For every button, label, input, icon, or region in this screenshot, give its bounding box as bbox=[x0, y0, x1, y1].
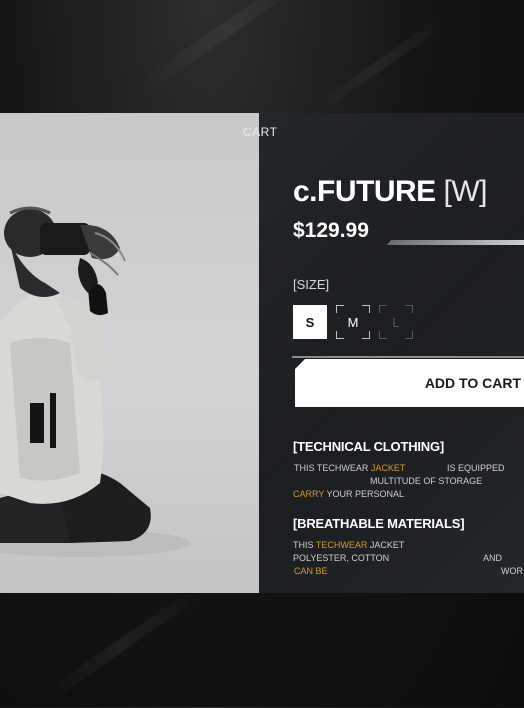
size-option-m[interactable]: M bbox=[336, 305, 370, 339]
frame-corner bbox=[362, 331, 370, 339]
background-streak bbox=[34, 583, 206, 708]
breathable-text-line1: THIS TECHWEAR JACKET bbox=[293, 540, 404, 550]
technical-text-line4: CARRY YOUR PERSONAL bbox=[293, 489, 404, 499]
technical-text-line1: THIS TECHWEAR JACKET bbox=[294, 463, 405, 473]
section-title-technical: [TECHNICAL CLOTHING] bbox=[293, 439, 445, 454]
product-title: c.FUTURE [W] bbox=[293, 175, 488, 209]
background-streak bbox=[311, 15, 449, 115]
product-info-panel: c.FUTURE [W] $129.99 [SIZE] S M L ADD TO… bbox=[259, 113, 524, 593]
breathable-text-1: THIS bbox=[293, 540, 314, 550]
breathable-text-2: POLYESTER, COTTON bbox=[293, 553, 390, 563]
product-price: $129.99 bbox=[293, 219, 369, 242]
size-option-m-label: M bbox=[347, 314, 359, 330]
breathable-text-2b: AND bbox=[483, 553, 503, 563]
cart-link[interactable]: CART bbox=[243, 125, 277, 139]
frame-corner bbox=[336, 331, 344, 339]
product-variant: [W] bbox=[443, 175, 488, 208]
product-card: c.FUTURE [W] $129.99 [SIZE] S M L ADD TO… bbox=[0, 113, 524, 593]
frame-corner bbox=[379, 305, 387, 313]
technical-highlight-1: JACKET bbox=[370, 463, 406, 473]
breathable-highlight-2: CAN BE bbox=[294, 566, 328, 576]
technical-text-1: THIS TECHWEAR bbox=[294, 463, 369, 473]
technical-text-4: YOUR PERSONAL bbox=[326, 489, 405, 499]
technical-text-3: MULTITUDE OF STORAGE bbox=[370, 476, 483, 486]
add-to-cart-button[interactable]: ADD TO CART bbox=[295, 359, 524, 407]
size-option-l-label: L bbox=[392, 314, 400, 330]
frame-corner bbox=[405, 331, 413, 339]
product-name: c.FUTURE bbox=[293, 175, 436, 208]
size-option-s[interactable]: S bbox=[293, 305, 327, 339]
section-title-breathable: [BREATHABLE MATERIALS] bbox=[293, 516, 465, 531]
add-to-cart-frame bbox=[292, 356, 524, 358]
breathable-text-1b: JACKET bbox=[369, 540, 405, 550]
frame-corner bbox=[379, 331, 387, 339]
background-streak bbox=[135, 0, 325, 96]
technical-text-2: IS EQUIPPED bbox=[447, 463, 505, 473]
frame-corner bbox=[405, 305, 413, 313]
breathable-highlight-1: TECHWEAR bbox=[315, 540, 368, 550]
breathable-text-3: WOR bbox=[501, 566, 523, 576]
frame-corner bbox=[336, 305, 344, 313]
product-photo bbox=[0, 113, 259, 593]
size-option-l[interactable]: L bbox=[379, 305, 413, 339]
model-illustration bbox=[0, 206, 190, 557]
size-option-s-label: S bbox=[305, 314, 315, 330]
frame-corner bbox=[362, 305, 370, 313]
size-label: [SIZE] bbox=[293, 277, 330, 292]
technical-highlight-2: CARRY bbox=[293, 489, 325, 499]
add-to-cart-label: ADD TO CART bbox=[424, 375, 521, 391]
price-divider bbox=[386, 240, 524, 245]
